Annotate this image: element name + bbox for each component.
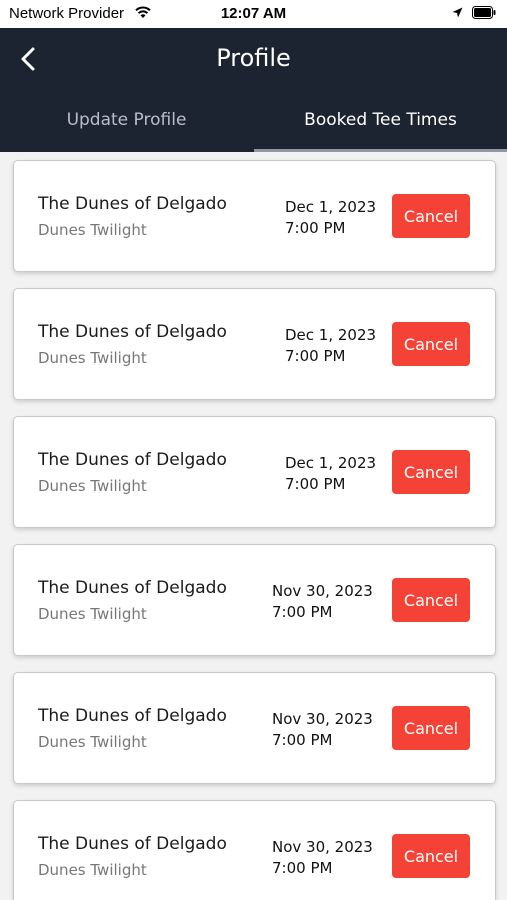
booking-list[interactable]: The Dunes of Delgado Dunes Twilight Dec …	[0, 152, 507, 900]
booking-card: The Dunes of Delgado Dunes Twilight Nov …	[13, 800, 496, 900]
cancel-button[interactable]: Cancel	[392, 706, 470, 750]
booking-datetime: Dec 1, 2023 7:00 PM	[285, 197, 376, 239]
cancel-button[interactable]: Cancel	[392, 834, 470, 878]
booking-date: Dec 1, 2023	[285, 326, 377, 344]
booking-time: 7:00 PM	[272, 859, 333, 877]
booking-card: The Dunes of Delgado Dunes Twilight Dec …	[13, 288, 496, 400]
booking-date: Nov 30, 2023	[272, 582, 373, 600]
page-title: Profile	[216, 44, 291, 72]
battery-icon	[472, 6, 496, 19]
booking-date: Nov 30, 2023	[272, 838, 373, 856]
booking-card: The Dunes of Delgado Dunes Twilight Nov …	[13, 672, 496, 784]
booking-subtitle: Dunes Twilight	[38, 477, 147, 495]
booking-card: The Dunes of Delgado Dunes Twilight Dec …	[13, 160, 496, 272]
course-name: The Dunes of Delgado	[38, 450, 227, 470]
booking-time: 7:00 PM	[272, 731, 333, 749]
status-bar: Network Provider 12:07 AM	[0, 0, 507, 28]
booking-datetime: Nov 30, 2023 7:00 PM	[272, 709, 373, 751]
booking-subtitle: Dunes Twilight	[38, 605, 147, 623]
tab-booked-tee-times[interactable]: Booked Tee Times	[254, 110, 507, 130]
booking-date: Nov 30, 2023	[272, 710, 373, 728]
booking-datetime: Nov 30, 2023 7:00 PM	[272, 581, 373, 623]
booking-date: Dec 1, 2023	[285, 454, 377, 472]
booking-time: 7:00 PM	[272, 603, 333, 621]
booking-time: 7:00 PM	[285, 219, 346, 237]
cancel-button[interactable]: Cancel	[392, 194, 470, 238]
course-name: The Dunes of Delgado	[38, 834, 227, 854]
course-name: The Dunes of Delgado	[38, 706, 227, 726]
cancel-button[interactable]: Cancel	[392, 322, 470, 366]
tab-update-profile[interactable]: Update Profile	[0, 110, 253, 130]
clock: 12:07 AM	[220, 5, 287, 22]
location-arrow-icon	[452, 7, 463, 18]
booking-datetime: Dec 1, 2023 7:00 PM	[285, 453, 376, 495]
booking-subtitle: Dunes Twilight	[38, 349, 147, 367]
booking-date: Dec 1, 2023	[285, 198, 377, 216]
cancel-button[interactable]: Cancel	[392, 578, 470, 622]
course-name: The Dunes of Delgado	[38, 322, 227, 342]
header-bar: Profile Update Profile Booked Tee Times	[0, 28, 507, 152]
booking-datetime: Dec 1, 2023 7:00 PM	[285, 325, 376, 367]
booking-subtitle: Dunes Twilight	[38, 221, 147, 239]
booking-subtitle: Dunes Twilight	[38, 861, 147, 879]
booking-subtitle: Dunes Twilight	[38, 733, 147, 751]
course-name: The Dunes of Delgado	[38, 194, 227, 214]
booking-card: The Dunes of Delgado Dunes Twilight Dec …	[13, 416, 496, 528]
course-name: The Dunes of Delgado	[38, 578, 227, 598]
booking-datetime: Nov 30, 2023 7:00 PM	[272, 837, 373, 879]
booking-time: 7:00 PM	[285, 347, 346, 365]
cancel-button[interactable]: Cancel	[392, 450, 470, 494]
booking-time: 7:00 PM	[285, 475, 346, 493]
booking-card: The Dunes of Delgado Dunes Twilight Nov …	[13, 544, 496, 656]
